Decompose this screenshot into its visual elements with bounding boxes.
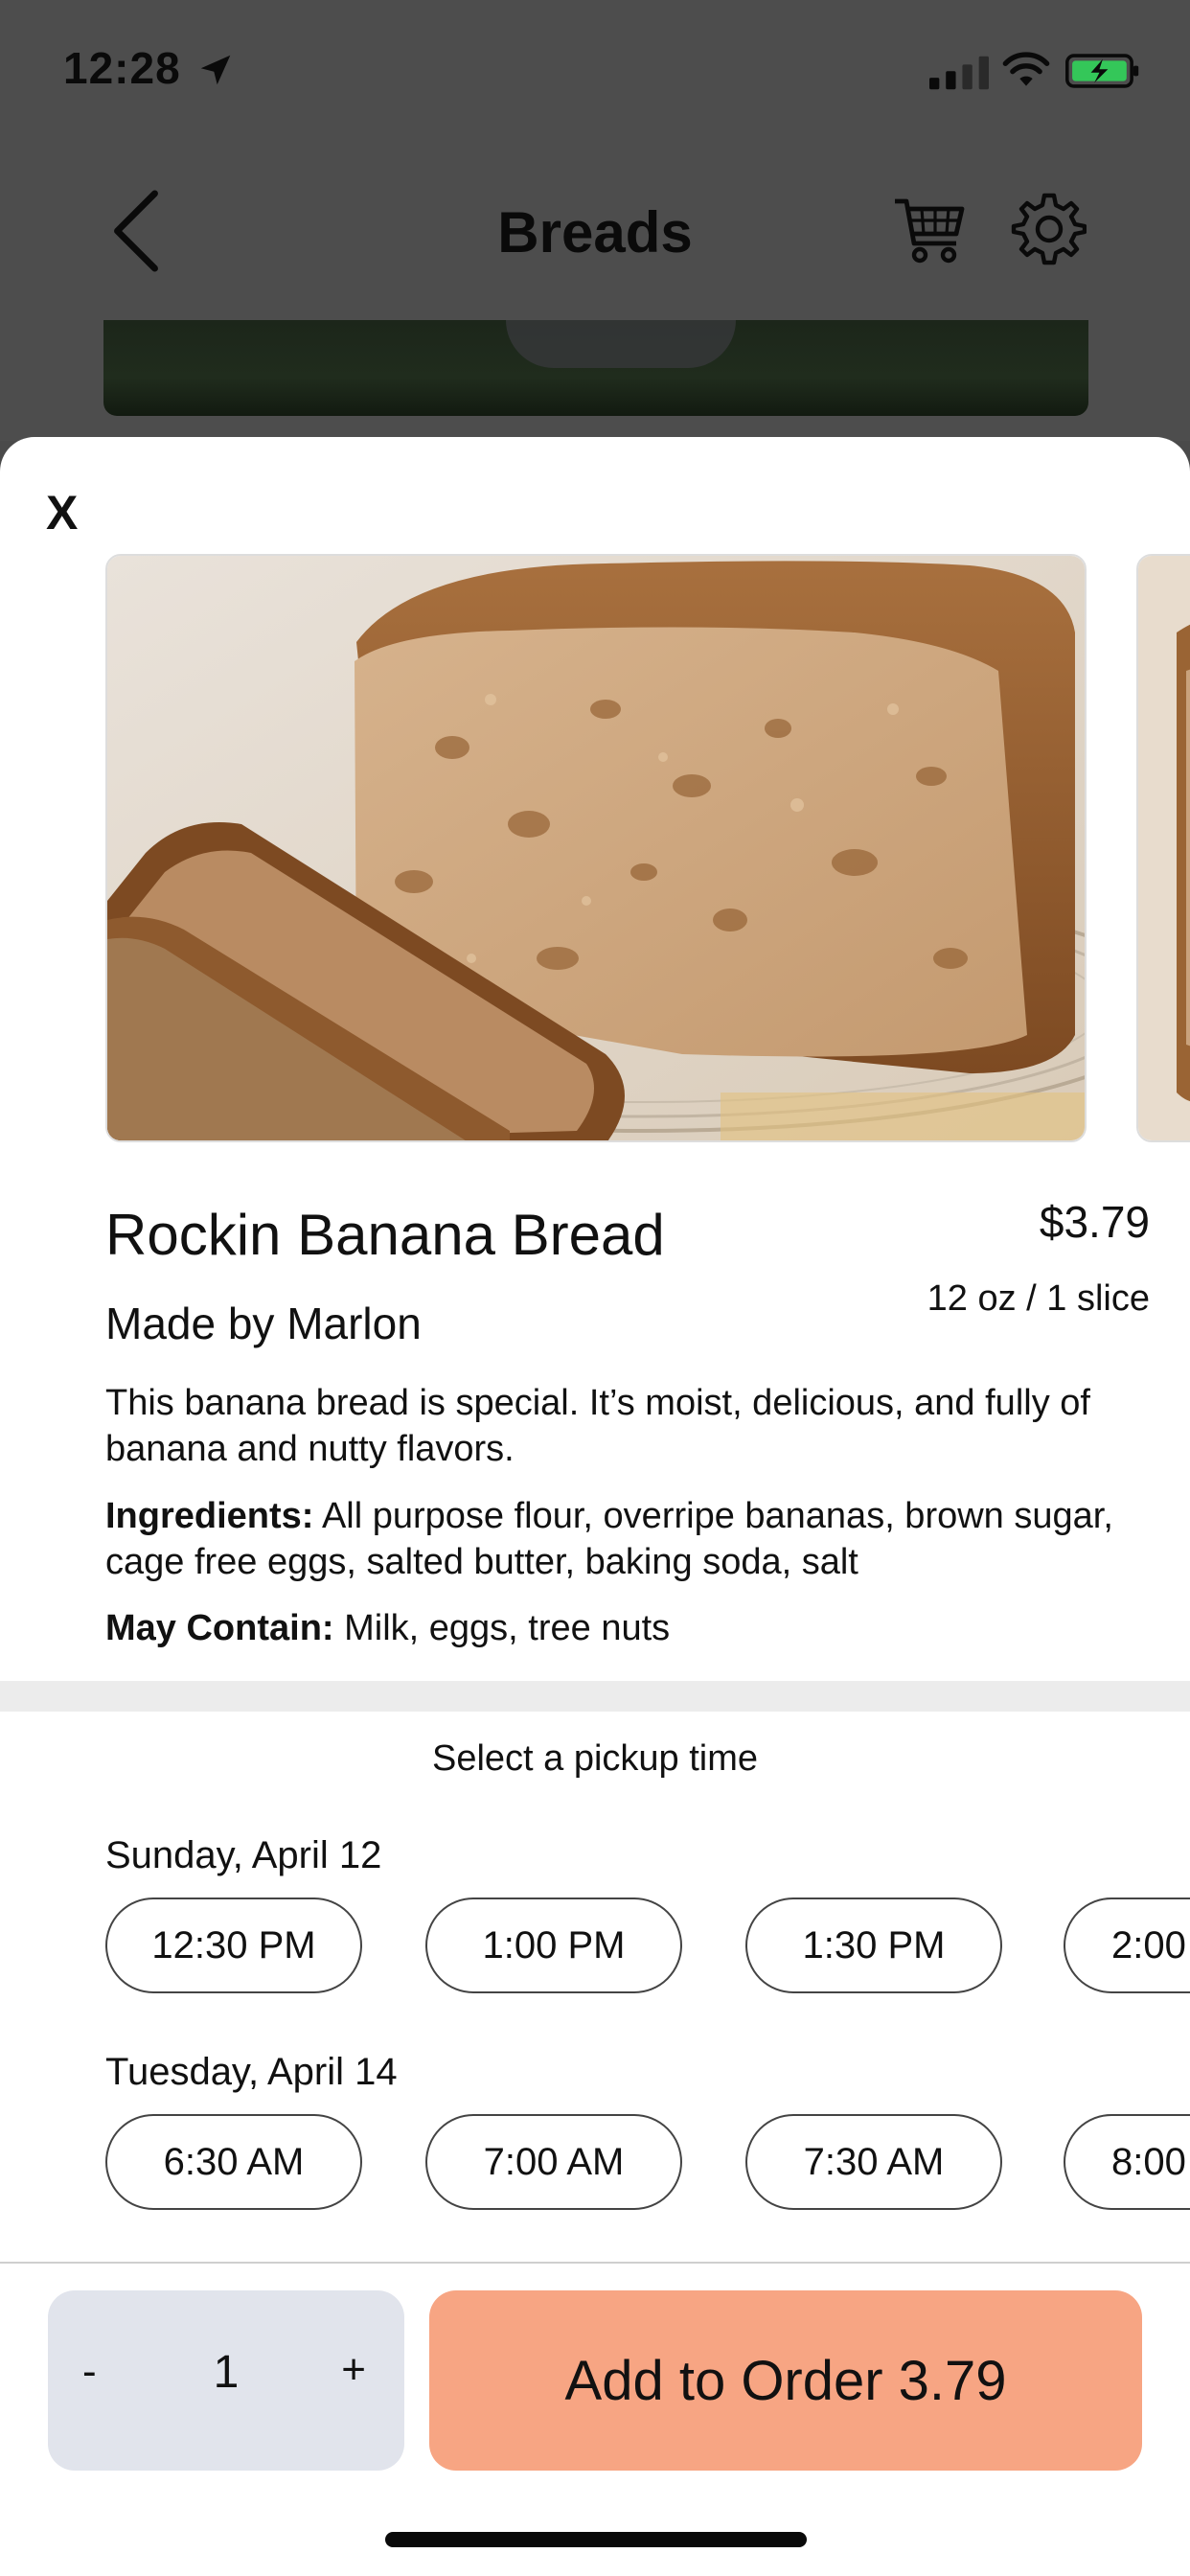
pickup-slot-row: 12:30 PM 1:00 PM 1:30 PM 2:00 PM (105, 1898, 1190, 1997)
home-indicator (385, 2532, 807, 2547)
pickup-slot[interactable]: 8:00 AM (1064, 2114, 1190, 2210)
pickup-day-label: Sunday, April 12 (105, 1834, 382, 1876)
allergens: May Contain: Milk, eggs, tree nuts (105, 1608, 670, 1649)
cart-icon[interactable] (891, 190, 968, 266)
allergens-label: May Contain: (105, 1608, 334, 1648)
product-detail-sheet: X Rockin Banana Bread $3.79 Made by Marl… (0, 437, 1190, 2576)
pickup-heading: Select a pickup time (431, 1738, 759, 1779)
product-name: Rockin Banana Bread (105, 1203, 665, 1267)
product-size: 12 oz / 1 slice (927, 1278, 1150, 1319)
pickup-day-label: Tuesday, April 14 (105, 2051, 398, 2093)
next-product-photo[interactable] (1136, 554, 1190, 1142)
product-image-carousel[interactable] (105, 554, 1190, 1142)
pickup-slot[interactable]: 1:00 PM (425, 1898, 682, 1993)
footer-divider (0, 2262, 1190, 2264)
pickup-slot[interactable]: 6:30 AM (105, 2114, 362, 2210)
pickup-slot[interactable]: 7:00 AM (425, 2114, 682, 2210)
product-maker: Made by Marlon (105, 1299, 422, 1348)
pickup-slot[interactable]: 1:30 PM (745, 1898, 1002, 1993)
gear-icon[interactable] (1010, 190, 1087, 266)
allergens-text: Milk, eggs, tree nuts (344, 1608, 671, 1648)
pickup-slot[interactable]: 12:30 PM (105, 1898, 362, 1993)
product-description: This banana bread is special. It’s moist… (105, 1383, 1090, 1469)
section-divider (0, 1681, 1190, 1712)
location-arrow-icon (200, 55, 231, 85)
quantity-stepper: - 1 + (48, 2290, 404, 2471)
background-screen: 12:28 Breads (0, 0, 1190, 441)
close-button[interactable]: X (46, 485, 78, 540)
product-photo (105, 554, 1087, 1142)
pickup-slot-row: 6:30 AM 7:00 AM 7:30 AM 8:00 AM (105, 2114, 1190, 2214)
next-photo-preview (1138, 556, 1190, 1140)
wifi-icon (1002, 52, 1050, 86)
battery-icon (1065, 54, 1139, 88)
status-bar: 12:28 (0, 0, 1190, 144)
add-to-order-button[interactable]: Add to Order 3.79 (429, 2290, 1142, 2471)
pickup-slot[interactable]: 7:30 AM (745, 2114, 1002, 2210)
ingredients: Ingredients: All purpose flour, overripe… (105, 1493, 1140, 1585)
increment-button[interactable]: + (341, 2346, 366, 2394)
pickup-slot[interactable]: 2:00 PM (1064, 1898, 1190, 1993)
ingredients-label: Ingredients: (105, 1496, 314, 1536)
add-to-order-total: 3.79 (898, 2349, 1007, 2412)
category-banner-image (103, 320, 1088, 416)
nav-bar: Breads (0, 172, 1190, 288)
signal-icon (929, 56, 989, 90)
banana-bread-image (107, 556, 1085, 1140)
status-time: 12:28 (63, 43, 181, 93)
product-price: $3.79 (1039, 1197, 1150, 1247)
add-to-order-label: Add to Order (564, 2349, 883, 2412)
